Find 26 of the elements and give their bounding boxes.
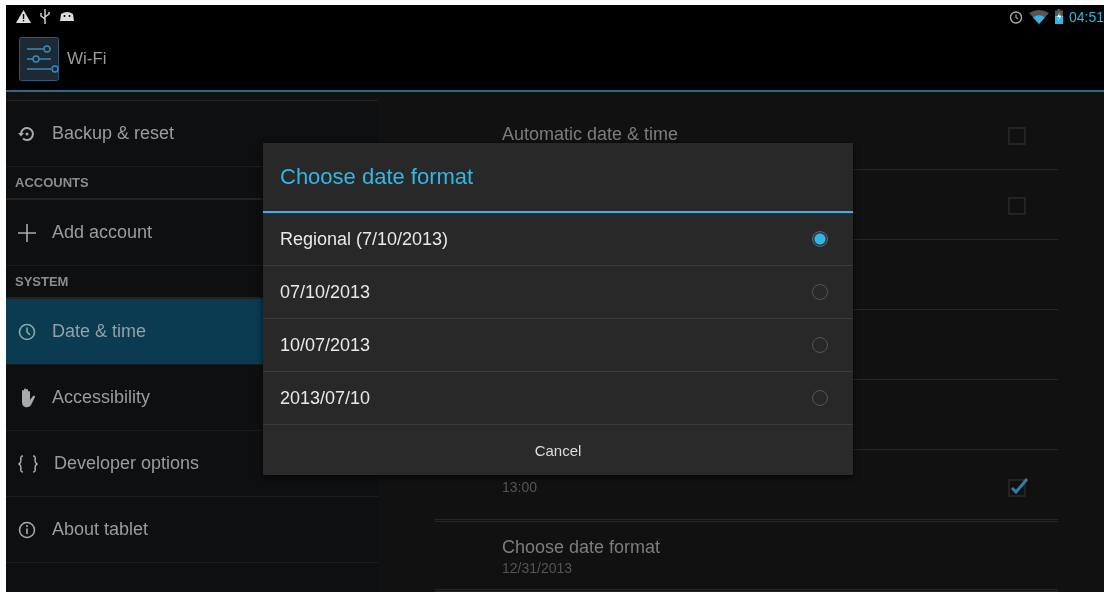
radio-option[interactable]: 10/07/2013 bbox=[263, 319, 853, 372]
wifi-icon bbox=[1028, 9, 1049, 24]
radio-option[interactable]: Regional (7/10/2013) bbox=[263, 213, 853, 266]
settings-sliders-icon[interactable] bbox=[19, 37, 59, 81]
checked-checkbox[interactable] bbox=[1008, 476, 1028, 497]
setting-title: Choose date format bbox=[502, 537, 661, 558]
usb-icon bbox=[40, 9, 50, 24]
radio-option[interactable]: 07/10/2013 bbox=[263, 266, 853, 319]
setting-summary: 12/31/2013 bbox=[502, 560, 574, 576]
alarm-clock-icon bbox=[1008, 9, 1023, 24]
status-time: 04:51 bbox=[1068, 8, 1104, 25]
action-bar-title: Wi-Fi bbox=[67, 49, 107, 69]
clock-icon bbox=[18, 322, 36, 341]
braces-icon bbox=[18, 454, 38, 473]
warning-icon bbox=[16, 10, 31, 23]
dialog-title: Choose date format bbox=[263, 143, 853, 213]
battery-icon bbox=[1054, 9, 1063, 24]
radio-button[interactable] bbox=[812, 231, 828, 247]
plus-icon bbox=[18, 223, 36, 242]
robot-icon bbox=[59, 11, 75, 22]
info-icon bbox=[18, 520, 36, 539]
setting-title: Automatic date & time bbox=[502, 124, 679, 145]
restore-icon bbox=[18, 124, 36, 143]
setting-summary: 13:00 bbox=[502, 478, 538, 495]
sidebar-item[interactable]: About tablet bbox=[6, 497, 378, 563]
cancel-button[interactable]: Cancel bbox=[263, 425, 853, 475]
